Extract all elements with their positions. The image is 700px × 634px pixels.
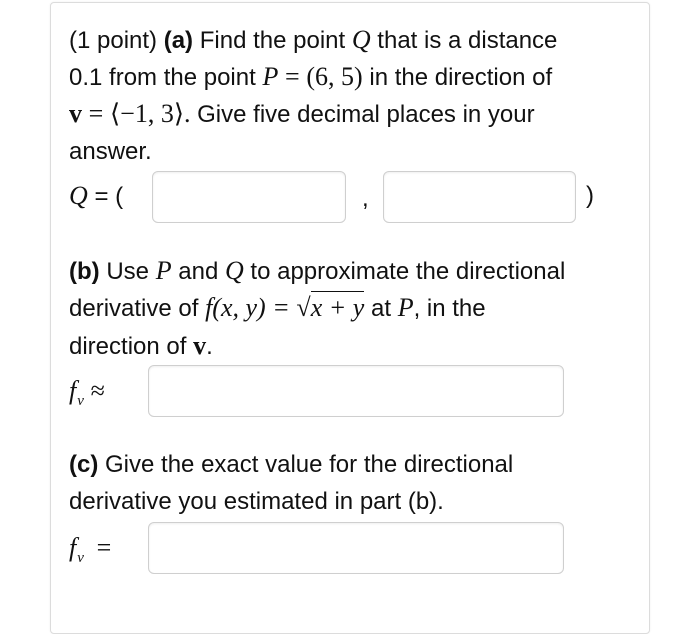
part-a-label: (a)	[163, 27, 194, 54]
math-P: P	[397, 293, 414, 322]
part-b-text: .	[206, 333, 213, 360]
math-Q: Q	[351, 25, 371, 54]
part-b-text: to approximate the directional	[250, 258, 566, 285]
part-c-text: Give the exact value for the directional	[105, 451, 514, 478]
part-a-line-4: answer.	[69, 138, 152, 165]
sqrt-symbol: √	[296, 293, 311, 322]
part-b-text: direction of	[69, 333, 187, 360]
sqrt-argument: x + y	[310, 291, 365, 322]
part-a-text: Give five decimal places in your	[197, 101, 535, 128]
part-b-text: at	[371, 295, 392, 322]
math-equals: =	[285, 62, 300, 91]
answer-eq-paren: = (	[94, 183, 124, 210]
math-subscript-v: v	[77, 393, 84, 409]
math-f: f	[69, 376, 77, 405]
part-a-text: 0.1 from the point	[69, 64, 256, 91]
part-a-text: that is a distance	[377, 27, 558, 54]
part-b-text: derivative of	[69, 295, 199, 322]
part-a-text: Find the point	[199, 27, 346, 54]
math-f-definition: f(x, y) =	[205, 293, 290, 322]
math-P-coords: (6, 5)	[306, 62, 363, 91]
comma-separator: ,	[362, 185, 369, 212]
approx-symbol: ≈	[90, 376, 105, 405]
math-equals: =	[96, 533, 112, 562]
part-a-line-3: v = ⟨−1, 3⟩. Give five decimal places in…	[69, 95, 535, 133]
q-answer-label: Q = (	[69, 177, 123, 215]
q-x-input[interactable]	[152, 171, 346, 223]
part-b-label: (b)	[69, 258, 100, 285]
fv-exact-label: fv =	[69, 529, 111, 577]
math-P: P	[155, 256, 172, 285]
math-Q: Q	[69, 181, 88, 210]
fv-exact-input[interactable]	[148, 522, 564, 574]
points-label: (1 point)	[69, 27, 158, 54]
part-a-text: in the direction of	[369, 64, 553, 91]
part-c-line-1: (c) Give the exact value for the directi…	[69, 446, 513, 483]
math-v: v	[193, 331, 207, 360]
part-a-line-2: 0.1 from the point P = (6, 5) in the dir…	[69, 58, 552, 96]
part-b-text: Use	[106, 258, 150, 285]
math-v-coords: ⟨−1, 3⟩.	[110, 99, 191, 128]
math-Q: Q	[224, 256, 244, 285]
part-b-text: and	[178, 258, 219, 285]
part-c-label: (c)	[69, 451, 99, 478]
math-v: v	[69, 99, 82, 128]
q-y-input[interactable]	[383, 171, 576, 223]
part-c-line-2: derivative you estimated in part (b).	[69, 488, 444, 515]
fv-approx-label: fv ≈	[69, 372, 105, 420]
part-b-line-2: derivative of f(x, y) = √x + y at P, in …	[69, 289, 486, 327]
math-subscript-v: v	[77, 550, 84, 566]
math-equals: =	[88, 99, 104, 128]
close-paren: )	[586, 182, 594, 209]
part-b-line-1: (b) Use P and Q to approximate the direc…	[69, 252, 565, 290]
math-P: P	[262, 62, 279, 91]
part-a-line-1: (1 point) (a) Find the point Q that is a…	[69, 21, 557, 59]
fv-approx-input[interactable]	[148, 365, 564, 417]
part-b-text: , in the	[413, 295, 486, 322]
math-sqrt: √x + y	[296, 291, 365, 322]
part-b-line-3: direction of v.	[69, 327, 213, 365]
math-f: f	[69, 533, 77, 562]
